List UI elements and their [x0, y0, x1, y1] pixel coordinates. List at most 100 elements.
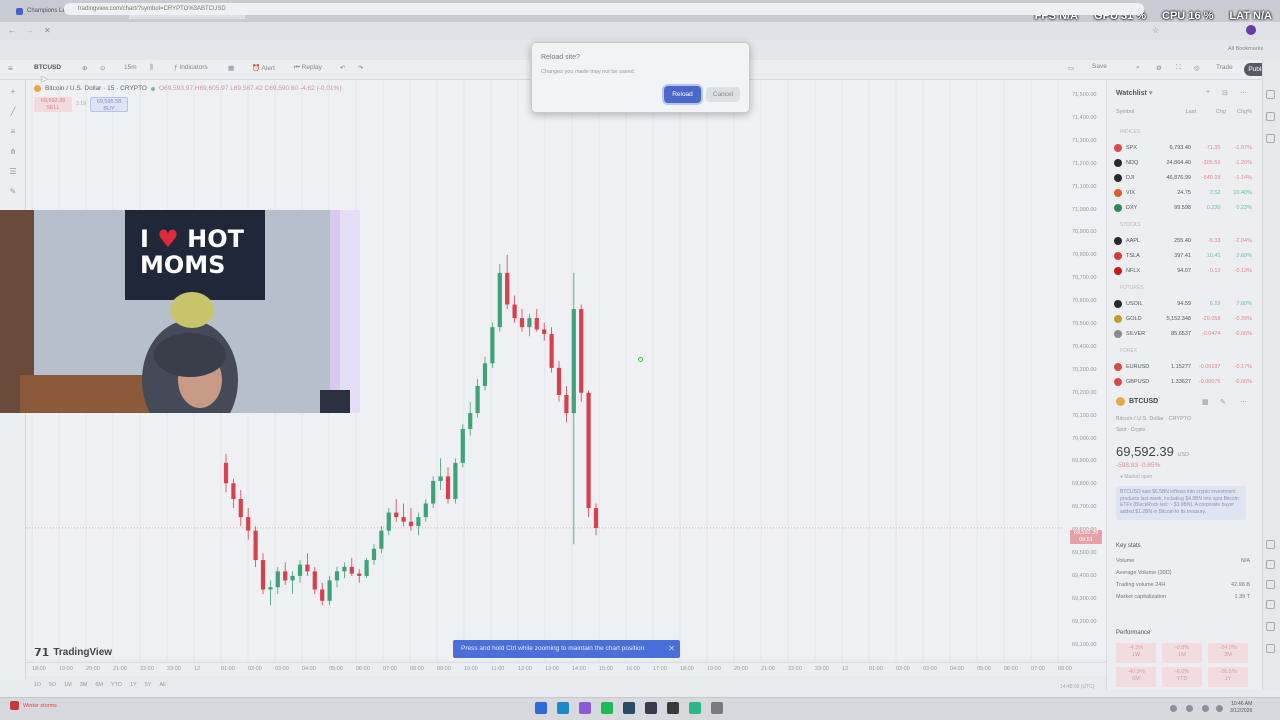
watchlist-row[interactable]: EURUSD 1.15277 -0.00197 -0.17% [1114, 361, 1252, 373]
edit-icon[interactable]: ✎ [1220, 398, 1226, 406]
add-symbol-icon[interactable]: ⊕ [82, 64, 87, 72]
settings-icon[interactable] [711, 702, 723, 714]
more-icon[interactable]: ⋯ [1240, 398, 1247, 406]
close-toast-icon[interactable]: ✕ [668, 640, 675, 658]
symbol-search-button[interactable]: BTCUSD [34, 64, 61, 71]
watchlist-section-header[interactable]: FOREX [1120, 348, 1137, 354]
sidebar-tool-icon[interactable] [1266, 540, 1275, 549]
indicators-button[interactable]: ƒ Indicators [174, 64, 208, 71]
tray-icon[interactable] [1186, 705, 1193, 712]
news-summary[interactable]: BTCUSD saw $6.5BN inflows into crypto in… [1116, 486, 1246, 520]
horizontal-lines-icon[interactable]: ≡ [8, 128, 18, 136]
undo-icon[interactable]: ↶ [340, 64, 345, 72]
timeframe-button[interactable]: 5Y [145, 682, 152, 688]
watchlist-row[interactable]: TSLA 397.41 10.41 2.69% [1114, 250, 1252, 262]
replay-button[interactable]: ⏮ Replay [294, 64, 322, 72]
sidebar-tool-icon[interactable] [1266, 600, 1275, 609]
watchlist-row[interactable]: DJI 46,876.99 -540.28 -1.14% [1114, 172, 1252, 184]
add-symbol-plus-icon[interactable]: + [1206, 89, 1210, 96]
grid-icon[interactable]: ▦ [1202, 398, 1209, 406]
reload-button[interactable]: Reload [664, 86, 701, 103]
chart-type-icon[interactable]: ⫼ [150, 64, 153, 72]
camera-icon[interactable]: ◎ [1194, 64, 1200, 72]
obs-icon[interactable] [667, 702, 679, 714]
brush-icon[interactable]: ✎ [8, 188, 18, 196]
crosshair-icon[interactable]: + [8, 88, 18, 96]
watchlist-layout-icon[interactable]: ⊟ [1222, 89, 1228, 97]
timeframe-button[interactable]: YTD [111, 682, 122, 688]
sell-button[interactable]: 69,592.39 SELL [34, 97, 72, 112]
taskbar-weather[interactable]: Winter storms [10, 701, 57, 710]
buy-button[interactable]: 69,595.58 BUY [90, 97, 128, 112]
reload-icon[interactable]: ✕ [44, 26, 51, 35]
watchlist-row[interactable]: GOLD 5,152.348 -20.058 -0.39% [1114, 313, 1252, 325]
menu-icon[interactable]: ≡ [8, 64, 13, 73]
star-icon[interactable]: ☆ [1152, 26, 1159, 35]
trendline-icon[interactable]: ╱ [8, 108, 18, 116]
photos-icon[interactable] [579, 702, 591, 714]
tray-icon[interactable] [1202, 705, 1209, 712]
detail-symbol[interactable]: BTCUSD [1116, 397, 1158, 406]
redo-icon[interactable]: ↷ [358, 64, 363, 72]
tray-icon[interactable] [1216, 705, 1223, 712]
timeframe-button[interactable]: 6M [95, 682, 103, 688]
fullscreen-icon[interactable]: ⛶ [1176, 64, 1181, 72]
url-input[interactable]: tradingview.com/chart/?symbol=CRYPTO%3AB… [64, 3, 1144, 15]
windows-start-icon[interactable] [535, 702, 547, 714]
candle [238, 489, 243, 527]
spotify-icon[interactable] [601, 702, 613, 714]
profile-avatar[interactable] [1246, 25, 1256, 35]
compare-icon[interactable]: ⊙ [100, 64, 105, 72]
watchlist-section-header[interactable]: INDICES [1120, 129, 1140, 135]
cancel-button[interactable]: Cancel [706, 87, 740, 102]
watchlist-title[interactable]: Watchlist ▾ [1116, 89, 1152, 97]
timeframe-button[interactable]: All [159, 682, 165, 688]
back-icon[interactable]: ← [8, 26, 16, 35]
sidebar-tool-icon[interactable] [1266, 580, 1275, 589]
interval-button[interactable]: 15m [124, 64, 137, 71]
watchlist-row[interactable]: SILVER 85.6537 -0.0474 -0.06% [1114, 328, 1252, 340]
sidebar-tool-icon[interactable] [1266, 90, 1275, 99]
app-icon[interactable] [689, 702, 701, 714]
fib-icon[interactable]: ☰ [8, 168, 18, 176]
steam-icon[interactable] [623, 702, 635, 714]
time-axis[interactable] [26, 662, 1106, 676]
trade-button[interactable]: Trade [1216, 64, 1233, 71]
layout-select-icon[interactable]: ▭ [1068, 64, 1074, 72]
settings-icon[interactable]: ⚙ [1156, 64, 1162, 72]
terminal-icon[interactable] [645, 702, 657, 714]
layout-icon[interactable]: ▦ [228, 64, 234, 72]
timeframe-button[interactable]: 3M [80, 682, 88, 688]
sidebar-tool-icon[interactable] [1266, 134, 1275, 143]
more-icon[interactable]: ⋯ [1240, 89, 1247, 97]
alert-button[interactable]: ⏰ Alert [252, 64, 275, 72]
watchlist-section-header[interactable]: FUTURES [1120, 285, 1144, 291]
watchlist-row[interactable]: AAPL 255.40 -5.33 -2.04% [1114, 235, 1252, 247]
sidebar-tool-icon[interactable] [1266, 622, 1275, 631]
sidebar-tool-icon[interactable] [1266, 560, 1275, 569]
timeframe-button[interactable]: 1D [34, 682, 41, 688]
watchlist-row[interactable]: NDQ 24,864.40 -305.56 -1.20% [1114, 157, 1252, 169]
watchlist-row[interactable]: DXY 99.598 0.230 0.23% [1114, 202, 1252, 214]
all-bookmarks-link[interactable]: All Bookmarks [1228, 46, 1263, 52]
watchlist-row[interactable]: USOIL 94.59 6.19 7.00% [1114, 298, 1252, 310]
taskbar-clock[interactable]: 10:46 AM 3/12/2026 [1230, 701, 1252, 715]
forward-icon[interactable]: → [26, 26, 34, 35]
tray-icon[interactable] [1170, 705, 1177, 712]
search-icon[interactable]: ⌕ [1136, 64, 1140, 72]
timeframe-button[interactable]: 1M [64, 682, 72, 688]
sidebar-tool-icon[interactable] [1266, 112, 1275, 121]
sidebar-tool-icon[interactable] [1266, 644, 1275, 653]
edge-icon[interactable] [557, 702, 569, 714]
watchlist-section-header[interactable]: STOCKS [1120, 222, 1140, 228]
timeframe-button[interactable]: 1Y [130, 682, 137, 688]
pitchfork-icon[interactable]: ⋔ [8, 148, 18, 156]
x-axis-tick: 22:00 [140, 666, 154, 672]
timeframe-button[interactable]: 5D [49, 682, 56, 688]
watchlist-row[interactable]: GBPUSD 1.33627 -0.00076 -0.06% [1114, 376, 1252, 388]
x-axis-tick: 21:00 [113, 666, 127, 672]
watchlist-row[interactable]: NFLX 94.07 -0.12 -0.13% [1114, 265, 1252, 277]
watchlist-row[interactable]: SPX 6,793.40 -71.35 -1.07% [1114, 142, 1252, 154]
save-button[interactable]: Save [1092, 63, 1107, 70]
watchlist-row[interactable]: VIX 24.75 2.52 10.40% [1114, 187, 1252, 199]
